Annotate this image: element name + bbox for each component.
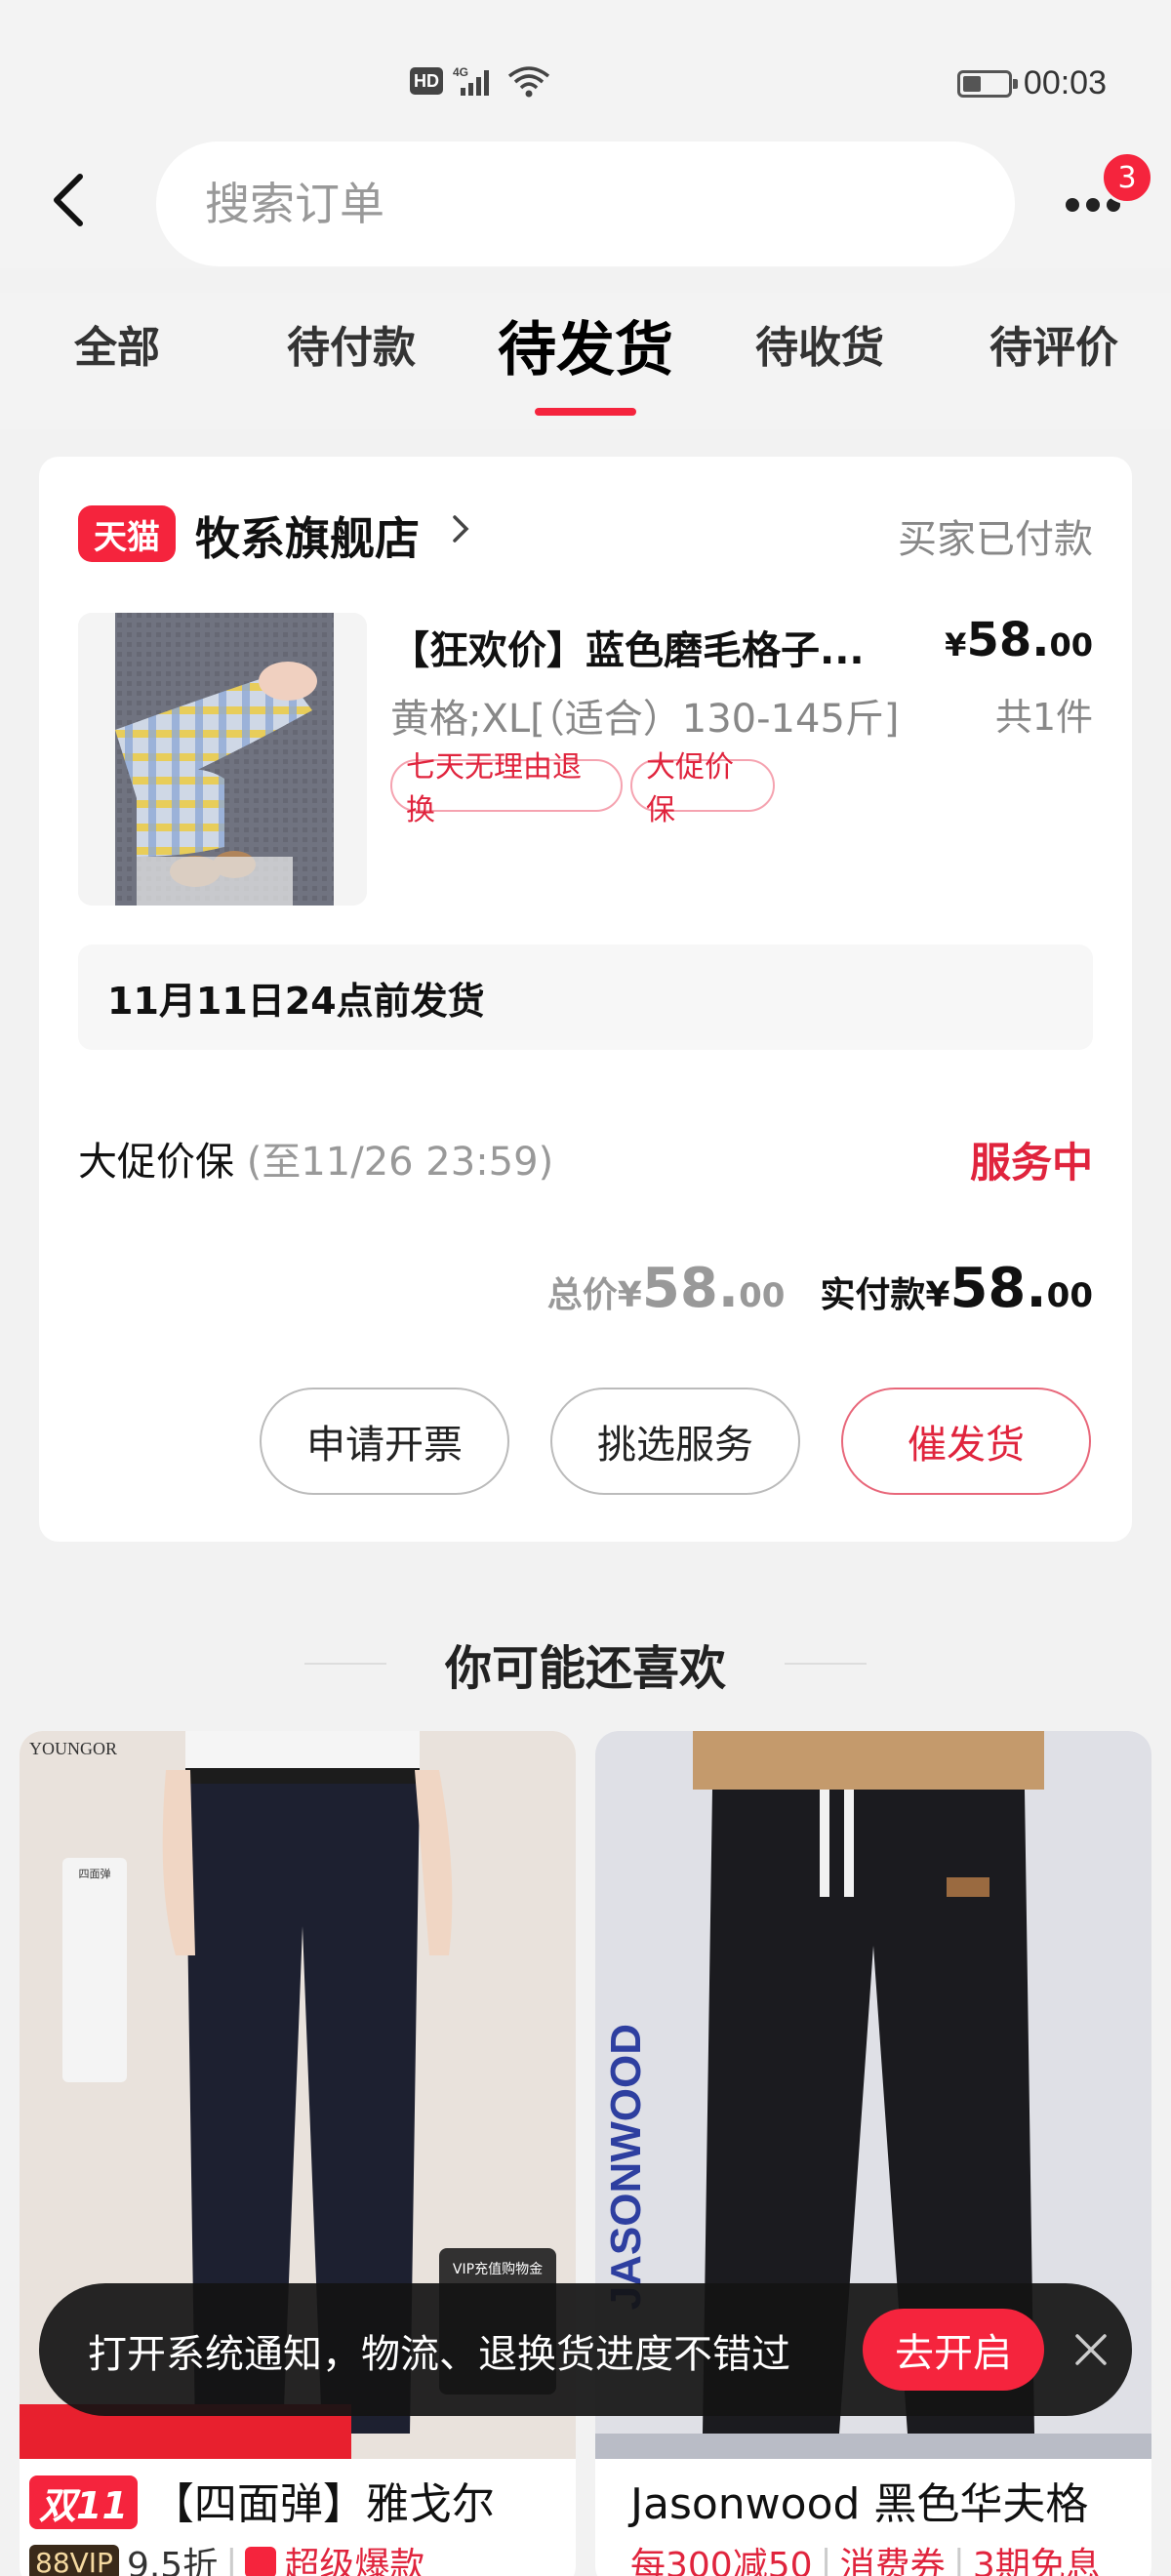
protection-status: 服务中 (969, 1139, 1093, 1187)
recommend-header: 你可能还喜欢 (0, 1630, 1171, 1698)
tab-pending-review[interactable]: 待评价 (956, 312, 1151, 375)
wifi-icon (507, 66, 550, 98)
separator: | (225, 2542, 238, 2576)
discount: 9.5折 (126, 2546, 219, 2576)
promo-installment: 3期免息 (972, 2546, 1101, 2576)
more-dot (1086, 198, 1100, 212)
svg-text:4G: 4G (453, 65, 468, 79)
tag-price-protect: 大促价保 (630, 750, 775, 827)
shop-name[interactable]: 牧系旗舰店 (195, 503, 420, 568)
total-label: 总价 (546, 1275, 618, 1315)
recommend-item[interactable]: JASONWOOD Jasonwood 黑色华夫格 每300减50 | 消费券 … (595, 1731, 1151, 2576)
chevron-right-icon[interactable] (449, 509, 472, 548)
paid-label: 实付款 (820, 1275, 926, 1315)
product-photo (78, 613, 367, 906)
protection-label: 大促价保 (78, 1140, 234, 1185)
tab-pending-shipment[interactable]: 待发货 (488, 302, 683, 387)
shipping-deadline: 11月11日24点前发货 (78, 945, 1093, 1050)
recommend-item-title: Jasonwood 黑色华夫格 (630, 2479, 1089, 2529)
protection-period: (至11/26 23:59) (246, 1140, 554, 1185)
recommend-item-meta: 每300减50 | 消费券 | 3期免息 (630, 2537, 1101, 2576)
select-services-button[interactable]: 挑选服务 (550, 1388, 800, 1495)
request-invoice-button[interactable]: 申请开票 (260, 1388, 509, 1495)
battery-clock: 00:03 (956, 64, 1107, 102)
close-toast-button[interactable] (1064, 2322, 1118, 2377)
promo-card-label: VIP充值购物金 (453, 2262, 543, 2277)
price-integer: 58. (966, 613, 1050, 667)
paid-integer: 58. (949, 1257, 1047, 1320)
vip-badge: 88VIP (29, 2544, 119, 2576)
clock: 00:03 (1023, 64, 1107, 101)
notification-toast: 打开系统通知，物流、退换货进度不错过 去开启 (39, 2283, 1132, 2416)
total-symbol: ¥ (617, 1275, 642, 1315)
total-integer: 58. (641, 1257, 740, 1320)
close-icon (1075, 2334, 1107, 2365)
fire-icon (245, 2547, 277, 2576)
header: 3 (0, 141, 1171, 268)
search-box[interactable] (156, 141, 1015, 266)
recommend-title: 你可能还喜欢 (444, 1641, 726, 1696)
enable-notifications-button[interactable]: 去开启 (863, 2309, 1044, 2391)
paid-decimal: 00 (1046, 1276, 1093, 1315)
brand-logo: JASONWOOD (602, 2024, 650, 2310)
separator: | (820, 2542, 832, 2576)
brand-logo: YOUNGOR (29, 1739, 117, 1758)
hot-label: 超级爆款 (284, 2546, 425, 2576)
tab-all[interactable]: 全部 (20, 312, 215, 375)
tmall-badge: 天猫 (78, 505, 176, 562)
recommend-item-meta: 88VIP 9.5折 | 超级爆款 (29, 2537, 424, 2576)
active-tab-indicator (535, 408, 636, 416)
order-status: 买家已付款 (898, 517, 1093, 562)
paid-symbol: ¥ (925, 1275, 950, 1315)
total-decimal: 00 (739, 1276, 786, 1315)
notification-badge: 3 (1101, 151, 1153, 204)
order-tabs: 全部 待付款 待发货 待收货 待评价 (0, 293, 1171, 429)
recommend-item-title: 【四面弹】雅戈尔 (150, 2479, 495, 2529)
back-arrow-icon (54, 174, 83, 226)
network-indicators: HD 4G (410, 64, 552, 98)
order-card[interactable]: 天猫 牧系旗舰店 买家已付款 【狂欢价】蓝色磨毛格子... ¥58.00 黄格;… (39, 457, 1132, 1542)
promo-coupon: 消费券 (839, 2546, 946, 2576)
svg-text:四面弹: 四面弹 (79, 1867, 111, 1880)
product-spec: 黄格;XL[（适合）130-145斤] (390, 697, 900, 742)
tab-pending-payment[interactable]: 待付款 (254, 312, 449, 375)
recommend-item[interactable]: 四面弹 YOUNGOR VIP充值购物金 双11 【四面弹】雅戈尔 88VIP … (20, 1731, 576, 2576)
promo-threshold: 每300减50 (630, 2546, 813, 2576)
toast-message: 打开系统通知，物流、退换货进度不错过 (88, 2332, 790, 2377)
currency-symbol: ¥ (945, 626, 967, 664)
divider (303, 1663, 386, 1665)
product-image[interactable] (78, 613, 367, 906)
paid-amount: 实付款¥58.00 (820, 1257, 1093, 1320)
product-title[interactable]: 【狂欢价】蓝色磨毛格子... (390, 619, 937, 675)
product-quantity: 共1件 (994, 696, 1093, 739)
total-price: 总价¥58.00 (547, 1257, 786, 1320)
price-protection[interactable]: 大促价保 (至11/26 23:59) (78, 1130, 553, 1187)
separator: | (952, 2542, 965, 2576)
signal-icon: 4G (453, 65, 489, 96)
divider (785, 1663, 867, 1665)
battery-icon (956, 69, 1018, 98)
hd-icon: HD (410, 67, 443, 95)
tab-pending-receipt[interactable]: 待收货 (722, 312, 917, 375)
back-button[interactable] (39, 171, 98, 229)
tag-return-policy: 七天无理由退换 (390, 750, 623, 827)
product-price: ¥58.00 (945, 613, 1093, 667)
urge-shipment-button[interactable]: 催发货 (841, 1388, 1091, 1495)
recommend-item-name: 双11 【四面弹】雅戈尔 (29, 2469, 495, 2531)
more-dots-icon (1066, 198, 1079, 212)
double11-badge: 双11 (29, 2475, 138, 2529)
search-input[interactable] (156, 141, 1015, 266)
order-totals: 总价¥58.00 实付款¥58.00 (547, 1257, 1093, 1320)
status-bar: HD 4G 00:03 (0, 0, 1171, 146)
price-decimal: 00 (1049, 626, 1093, 664)
